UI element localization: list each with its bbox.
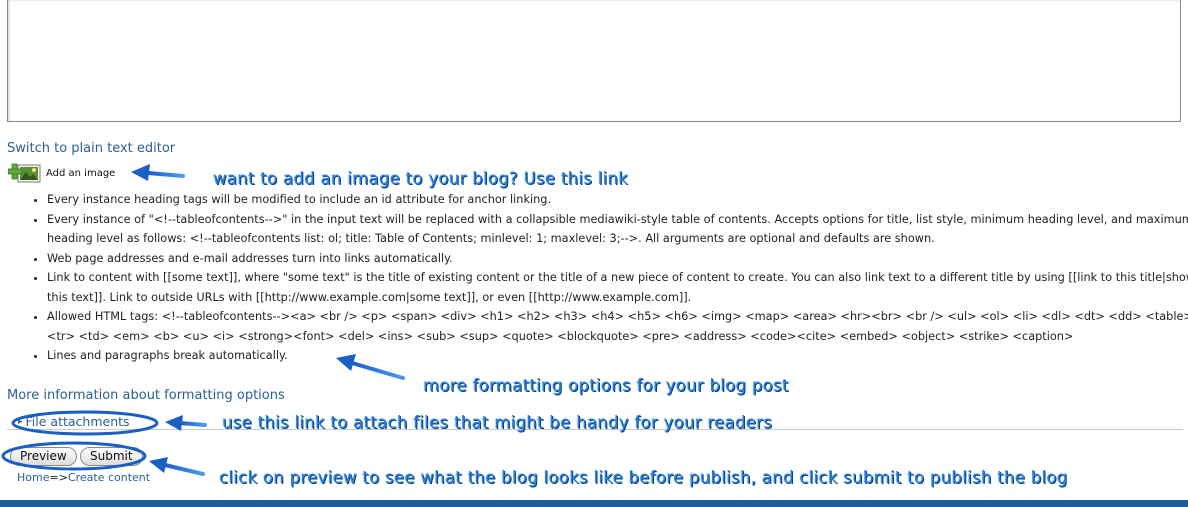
arrow-to-buttons-icon — [149, 457, 205, 476]
arrow-to-add-image-icon — [131, 164, 185, 181]
submit-button[interactable]: Submit — [80, 447, 143, 466]
file-attachments-toggle[interactable]: ▸ File attachments — [18, 414, 130, 429]
annotation-publish: click on preview to see what the blog lo… — [219, 468, 1068, 487]
preview-button[interactable]: Preview — [10, 447, 77, 466]
breadcrumb-home-link[interactable]: Home — [17, 471, 49, 484]
list-item: Allowed HTML tags: <!--tableofcontents--… — [47, 307, 1188, 346]
add-image-icon — [8, 163, 41, 183]
annotation-attachments: use this link to attach files that might… — [222, 413, 773, 432]
list-item: Every instance of "<!--tableofcontents--… — [47, 210, 1188, 249]
breadcrumb-separator: => — [49, 471, 68, 484]
footer-bar — [0, 500, 1188, 507]
annotation-add-image: want to add an image to your blog? Use t… — [213, 169, 629, 188]
breadcrumb: Home=>Create content — [17, 471, 150, 484]
body-textarea[interactable] — [7, 0, 1181, 122]
list-item: Lines and paragraphs break automatically… — [47, 346, 1188, 366]
file-attachments-label[interactable]: File attachments — [26, 414, 130, 429]
annotation-formatting: more formatting options for your blog po… — [423, 376, 789, 395]
list-item: Every instance heading tags will be modi… — [47, 190, 1188, 210]
more-formatting-info-link[interactable]: More information about formatting option… — [7, 388, 285, 403]
collapse-triangle-icon: ▸ — [18, 416, 23, 427]
add-image-link[interactable]: Add an image — [8, 162, 115, 184]
list-item: Link to content with [[some text]], wher… — [47, 268, 1188, 307]
list-item: Web page addresses and e-mail addresses … — [47, 249, 1188, 269]
switch-to-plain-text-link[interactable]: Switch to plain text editor — [7, 141, 175, 156]
breadcrumb-create-content-link[interactable]: Create content — [68, 471, 150, 484]
add-image-label[interactable]: Add an image — [46, 168, 115, 179]
formatting-tips-list: Every instance heading tags will be modi… — [27, 190, 1188, 366]
